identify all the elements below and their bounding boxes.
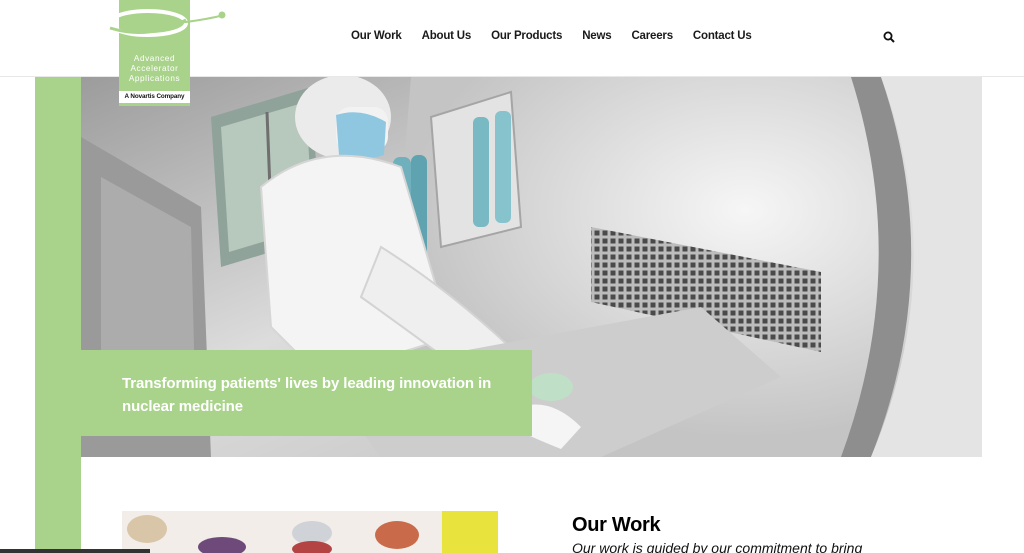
- accent-strip: [35, 77, 81, 553]
- logo-wordmark: Advanced Accelerator Applications: [119, 54, 190, 84]
- hero-caption-text: Transforming patients' lives by leading …: [122, 375, 492, 415]
- nav-our-products[interactable]: Our Products: [491, 30, 562, 42]
- logo-swoosh-icon: [108, 9, 226, 37]
- logo-tagline: A Novartis Company: [119, 91, 190, 103]
- nav-our-work[interactable]: Our Work: [351, 30, 402, 42]
- logo-line-1: Advanced: [133, 54, 176, 63]
- site-logo[interactable]: Advanced Accelerator Applications A Nova…: [108, 0, 228, 106]
- logo-line-3: Applications: [128, 74, 181, 83]
- nav-contact-us[interactable]: Contact Us: [693, 30, 752, 42]
- search-icon[interactable]: [883, 31, 895, 43]
- logo-line-2: Accelerator: [130, 64, 179, 73]
- bottom-overlay-bar: [0, 549, 150, 553]
- nav-news[interactable]: News: [582, 30, 611, 42]
- section-title: Our Work: [572, 514, 661, 536]
- work-section-image: [122, 511, 498, 553]
- hero-caption: Transforming patients' lives by leading …: [81, 350, 532, 436]
- section-intro-text: Our work is guided by our commitment to …: [572, 540, 863, 553]
- nav-careers[interactable]: Careers: [631, 30, 673, 42]
- main-nav: Our Work About Us Our Products News Care…: [351, 30, 752, 42]
- nav-about-us[interactable]: About Us: [422, 30, 472, 42]
